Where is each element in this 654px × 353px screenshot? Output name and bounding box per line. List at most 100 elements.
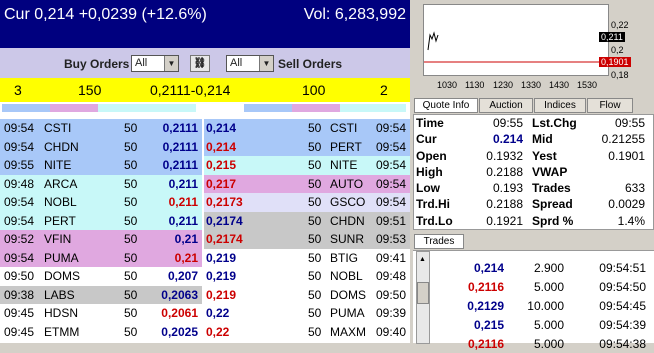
ask-row[interactable]: 0,22 50 PUMA 09:39 xyxy=(204,304,410,323)
buy-count: 3 xyxy=(14,82,22,98)
ask-row[interactable]: 0,214 50 CSTI 09:54 xyxy=(204,119,410,138)
scroll-thumb[interactable] xyxy=(417,282,429,304)
ask-row[interactable]: 0,219 50 BTIG 09:41 xyxy=(204,248,410,267)
bid-row[interactable]: 09:45 HDSN 50 0,2061 xyxy=(0,304,202,323)
trade-time: 09:54:51 xyxy=(599,261,646,275)
bid-size: 50 xyxy=(124,176,138,191)
book-row: 09:38 LABS 50 0,2063 0,219 50 DOMS 09:50 xyxy=(0,285,410,304)
bid-mm: CSTI xyxy=(44,121,72,135)
bid-mm: ETMM xyxy=(44,324,80,339)
ask-row[interactable]: 0,22 50 MAXM 09:40 xyxy=(204,322,410,341)
bid-time: 09:45 xyxy=(4,324,35,339)
ask-row[interactable]: 0,217 50 AUTO 09:54 xyxy=(204,174,410,193)
tab-auction[interactable]: Auction xyxy=(479,98,533,113)
trades-list: ▲ 0,214 2.900 09:54:51 0,2116 5.000 09:54:50 0… xyxy=(413,250,654,351)
bid-row[interactable]: 09:55 NITE 50 0,2111 xyxy=(0,156,202,175)
quote-value: 633 xyxy=(624,181,645,196)
bid-row[interactable]: 09:54 PUMA 50 0,21 xyxy=(0,248,202,267)
trade-size: 5.000 xyxy=(533,318,564,332)
info-panel: 0,22 0,211 0,2 0,1901 0,18 1030 1130 123… xyxy=(413,0,654,351)
ask-row[interactable]: 0,2174 50 SUNR 09:53 xyxy=(204,230,410,249)
ask-price: 0,2174 xyxy=(206,213,243,228)
ask-row[interactable]: 0,219 50 NOBL 09:48 xyxy=(204,267,410,286)
ask-row[interactable]: 0,2173 50 GSCO 09:54 xyxy=(204,193,410,212)
trade-row: 0,2116 5.000 09:54:50 xyxy=(433,278,654,296)
bid-size: 50 xyxy=(124,232,138,246)
ask-mm: MAXM xyxy=(330,324,366,339)
ask-size: 50 xyxy=(308,232,322,246)
ask-size: 50 xyxy=(308,195,322,209)
x-tick: 1130 xyxy=(465,80,485,90)
ask-size: 50 xyxy=(308,324,322,339)
bid-mm: HDSN xyxy=(44,306,79,320)
scroll-up-icon[interactable]: ▲ xyxy=(419,256,426,263)
depth-color-bar xyxy=(0,104,410,113)
trades-scrollbar[interactable]: ▲ xyxy=(416,251,430,344)
x-tick: 1230 xyxy=(493,80,514,90)
bid-row[interactable]: 09:54 PERT 50 0,211 xyxy=(0,211,202,230)
price-chart: 0,22 0,211 0,2 0,1901 0,18 1030 1130 123… xyxy=(413,0,654,94)
quote-value: 0.193 xyxy=(492,181,523,196)
ask-row[interactable]: 0,214 50 PERT 09:54 xyxy=(204,137,410,156)
quote-value: 0.1932 xyxy=(486,148,523,163)
sell-count: 2 xyxy=(380,82,388,98)
ask-mm: CSTI xyxy=(330,121,358,135)
ask-size: 50 xyxy=(308,213,322,228)
buy-orders-label: Buy Orders xyxy=(64,57,130,71)
quote-row: Time 09:55 Lst.Chg 09:55 xyxy=(414,115,653,131)
x-tick: 1530 xyxy=(577,80,598,90)
quote-row: High 0.2188 VWAP xyxy=(414,164,653,180)
bid-size: 50 xyxy=(124,139,138,154)
bid-size: 50 xyxy=(124,213,138,228)
tab-indices[interactable]: Indices xyxy=(534,98,586,113)
ask-size: 50 xyxy=(308,269,322,283)
ask-time: 09:54 xyxy=(375,139,406,154)
quote-row: Trd.Lo 0.1921 Sprd % 1.4% xyxy=(414,213,653,229)
bid-price: 0,211 xyxy=(168,213,198,228)
bid-price: 0,207 xyxy=(167,269,198,283)
bid-size: 50 xyxy=(124,121,138,135)
bid-size: 50 xyxy=(124,195,138,209)
sell-orders-label: Sell Orders xyxy=(278,57,343,71)
bid-row[interactable]: 09:52 VFIN 50 0,21 xyxy=(0,230,202,249)
bid-mm: NOBL xyxy=(44,195,77,209)
ask-row[interactable]: 0,215 50 NITE 09:54 xyxy=(204,156,410,175)
bid-row[interactable]: 09:48 ARCA 50 0,211 xyxy=(0,174,202,193)
bid-row[interactable]: 09:38 LABS 50 0,2063 xyxy=(0,285,202,304)
ask-row[interactable]: 0,219 50 DOMS 09:50 xyxy=(204,285,410,304)
bid-row[interactable]: 09:50 DOMS 50 0,207 xyxy=(0,267,202,286)
ask-mm: BTIG xyxy=(330,250,359,265)
quote-value: 1.4% xyxy=(617,213,645,228)
ask-time: 09:54 xyxy=(375,158,406,172)
tab-flow[interactable]: Flow xyxy=(587,98,633,113)
ask-mm: SUNR xyxy=(330,232,365,246)
tab-trades[interactable]: Trades xyxy=(414,234,464,249)
bid-size: 50 xyxy=(124,324,138,339)
y-tick: 0,22 xyxy=(611,20,629,30)
trade-price: 0,2129 xyxy=(467,299,504,313)
bid-row[interactable]: 09:54 CHDN 50 0,2111 xyxy=(0,137,202,156)
link-icon[interactable]: ⛓ xyxy=(190,55,210,72)
sell-filter-select[interactable]: All ▼ xyxy=(226,55,274,72)
bid-time: 09:50 xyxy=(4,269,35,283)
ask-row[interactable]: 0,2174 50 CHDN 09:51 xyxy=(204,211,410,230)
bid-mm: NITE xyxy=(44,158,72,172)
ask-mm: PUMA xyxy=(330,306,365,320)
ask-mm: NITE xyxy=(330,158,358,172)
ask-price: 0,214 xyxy=(206,139,237,154)
buy-filter-select[interactable]: All ▼ xyxy=(131,55,179,72)
bid-row[interactable]: 09:45 ETMM 50 0,2025 xyxy=(0,322,202,341)
bid-row[interactable]: 09:54 NOBL 50 0,211 xyxy=(0,193,202,212)
quote-label: Mid xyxy=(532,132,553,147)
quote-value: 09:55 xyxy=(492,116,523,130)
quote-row: Low 0.193 Trades 633 xyxy=(414,180,653,196)
quote-value: 0.2188 xyxy=(486,164,523,179)
chevron-down-icon: ▼ xyxy=(164,56,178,71)
book-row: 09:52 VFIN 50 0,21 0,2174 50 SUNR 09:53 xyxy=(0,230,410,249)
tab-quote-info[interactable]: Quote Info xyxy=(414,98,478,113)
chevron-down-icon: ▼ xyxy=(259,56,273,71)
bid-row[interactable]: 09:54 CSTI 50 0,2111 xyxy=(0,119,202,138)
buy-size: 150 xyxy=(78,82,102,98)
bid-price: 0,2111 xyxy=(162,139,198,154)
ask-mm: DOMS xyxy=(330,287,366,302)
